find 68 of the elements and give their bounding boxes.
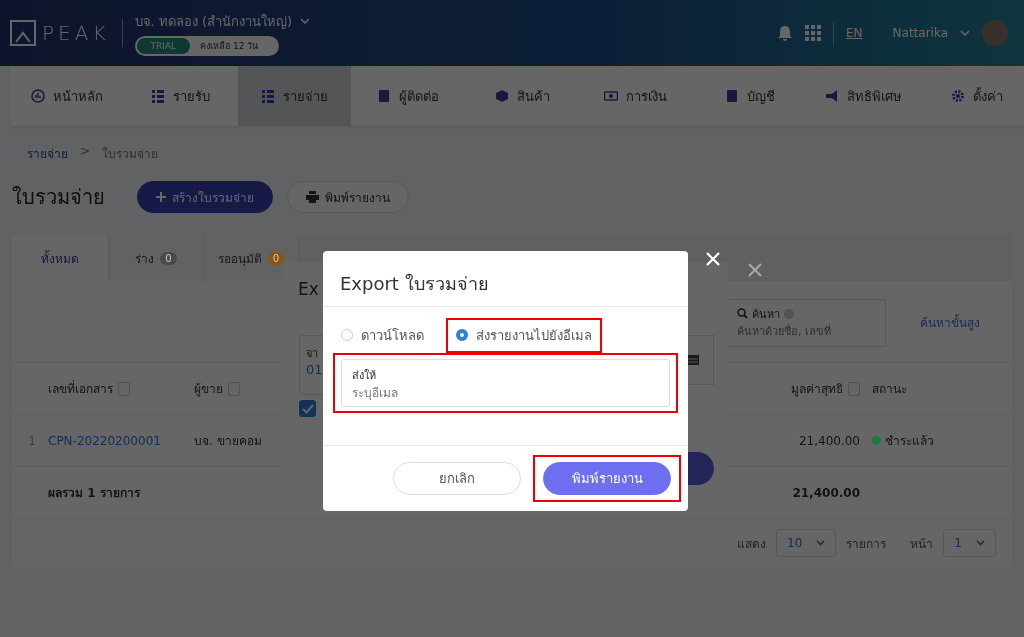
box-icon bbox=[494, 89, 509, 103]
search-icon bbox=[737, 308, 748, 319]
nav-item[interactable]: หน้าหลัก bbox=[10, 66, 124, 126]
breadcrumb-separator: > bbox=[80, 144, 91, 160]
list-icon bbox=[260, 89, 275, 103]
checkbox[interactable] bbox=[299, 400, 316, 417]
status-text: ชำระแล้ว bbox=[885, 433, 934, 450]
document-link[interactable]: CPN-20220200001 bbox=[48, 433, 182, 448]
table-cell-text: บจ. ขายคอม bbox=[194, 433, 263, 450]
cancel-button[interactable]: ยกเลิก bbox=[393, 462, 521, 495]
banknote-icon bbox=[604, 89, 619, 103]
language-link[interactable]: EN bbox=[846, 26, 863, 40]
nav-item[interactable]: รายจ่าย bbox=[237, 66, 352, 126]
nav-item[interactable]: รายรับ bbox=[123, 66, 238, 126]
table-cell-text: 21,400.00 bbox=[797, 433, 860, 448]
status-tab[interactable]: ทั้งหมด bbox=[12, 235, 109, 281]
logo-icon bbox=[10, 20, 36, 46]
gauge-icon bbox=[30, 89, 45, 103]
user-name[interactable]: Nattarika bbox=[892, 26, 948, 40]
radio-option[interactable]: ดาวน์โหลด bbox=[339, 317, 434, 353]
advanced-search-link[interactable]: ค้นหาขั้นสูง bbox=[920, 313, 980, 332]
search-label: ค้นหา bbox=[752, 306, 780, 323]
nav-item[interactable]: สินค้า bbox=[465, 66, 579, 126]
apps-grid-icon[interactable] bbox=[805, 25, 821, 41]
radio-option[interactable]: ส่งรายงานไปยังอีเมล bbox=[446, 317, 602, 353]
list-icon bbox=[151, 89, 166, 103]
megaphone-icon bbox=[824, 89, 839, 103]
column-header[interactable]: เลขที่เอกสาร bbox=[48, 379, 182, 398]
create-button[interactable]: สร้างใบรวมจ่าย bbox=[137, 181, 273, 213]
column-header[interactable]: ผู้ขาย bbox=[194, 379, 304, 398]
nav-item[interactable]: สิทธิพิเศษ bbox=[806, 66, 921, 126]
plus-icon bbox=[156, 192, 166, 202]
page-title: ใบรวมจ่าย bbox=[12, 184, 105, 211]
nav-item[interactable]: การเงิน bbox=[578, 66, 693, 126]
logo-text: PEAK bbox=[42, 21, 110, 45]
print-report-button[interactable]: พิมพ์รายงาน bbox=[543, 462, 671, 495]
chevron-icon[interactable] bbox=[960, 30, 970, 36]
per-page-dropdown[interactable]: 10 bbox=[776, 529, 837, 557]
printer-icon bbox=[306, 191, 319, 203]
close-icon[interactable] bbox=[748, 263, 762, 277]
company-name[interactable]: บจ. ทดลอง (สำนักงานใหญ่) bbox=[134, 10, 293, 32]
dialog-title: Ex bbox=[298, 279, 319, 299]
column-header[interactable]: สถานะ bbox=[872, 379, 1012, 398]
count-badge: 0 bbox=[160, 251, 177, 265]
count-badge: 0 bbox=[267, 251, 285, 265]
radio-icon bbox=[456, 329, 468, 341]
nav-item[interactable]: บัญชี bbox=[692, 66, 807, 126]
page-label: หน้า bbox=[910, 535, 934, 553]
show-label: แสดง bbox=[737, 535, 767, 553]
days-left-text: คงเหลือ 12 วัน bbox=[199, 39, 259, 53]
page-dropdown[interactable]: 1 bbox=[943, 529, 996, 557]
breadcrumb-link[interactable]: รายจ่าย bbox=[27, 144, 68, 163]
nav-item[interactable]: ตั้งค่า bbox=[920, 66, 1024, 126]
column-header[interactable]: มูลค่าสุทธิ bbox=[720, 379, 860, 398]
chevron-icon bbox=[976, 540, 985, 546]
chevron-icon bbox=[816, 540, 826, 546]
total-label: ผลรวม 1 รายการ bbox=[48, 485, 142, 502]
chevron-icon[interactable] bbox=[300, 18, 311, 24]
nav-item[interactable]: ผู้ติดต่อ bbox=[351, 66, 466, 126]
dialog-title: Export ใบรวมจ่าย bbox=[323, 251, 688, 307]
email-field[interactable]: ส่งให้ ระบุอีเมล bbox=[341, 359, 670, 407]
total-value: 21,400.00 bbox=[791, 485, 860, 500]
items-label: รายการ bbox=[846, 535, 887, 553]
trial-badge: TRIAL bbox=[136, 37, 191, 54]
print-report-button[interactable]: พิมพ์รายงาน bbox=[287, 181, 409, 213]
field-label: ส่งให้ bbox=[352, 368, 377, 384]
gear-icon bbox=[951, 89, 966, 103]
bell-icon[interactable] bbox=[777, 24, 793, 42]
